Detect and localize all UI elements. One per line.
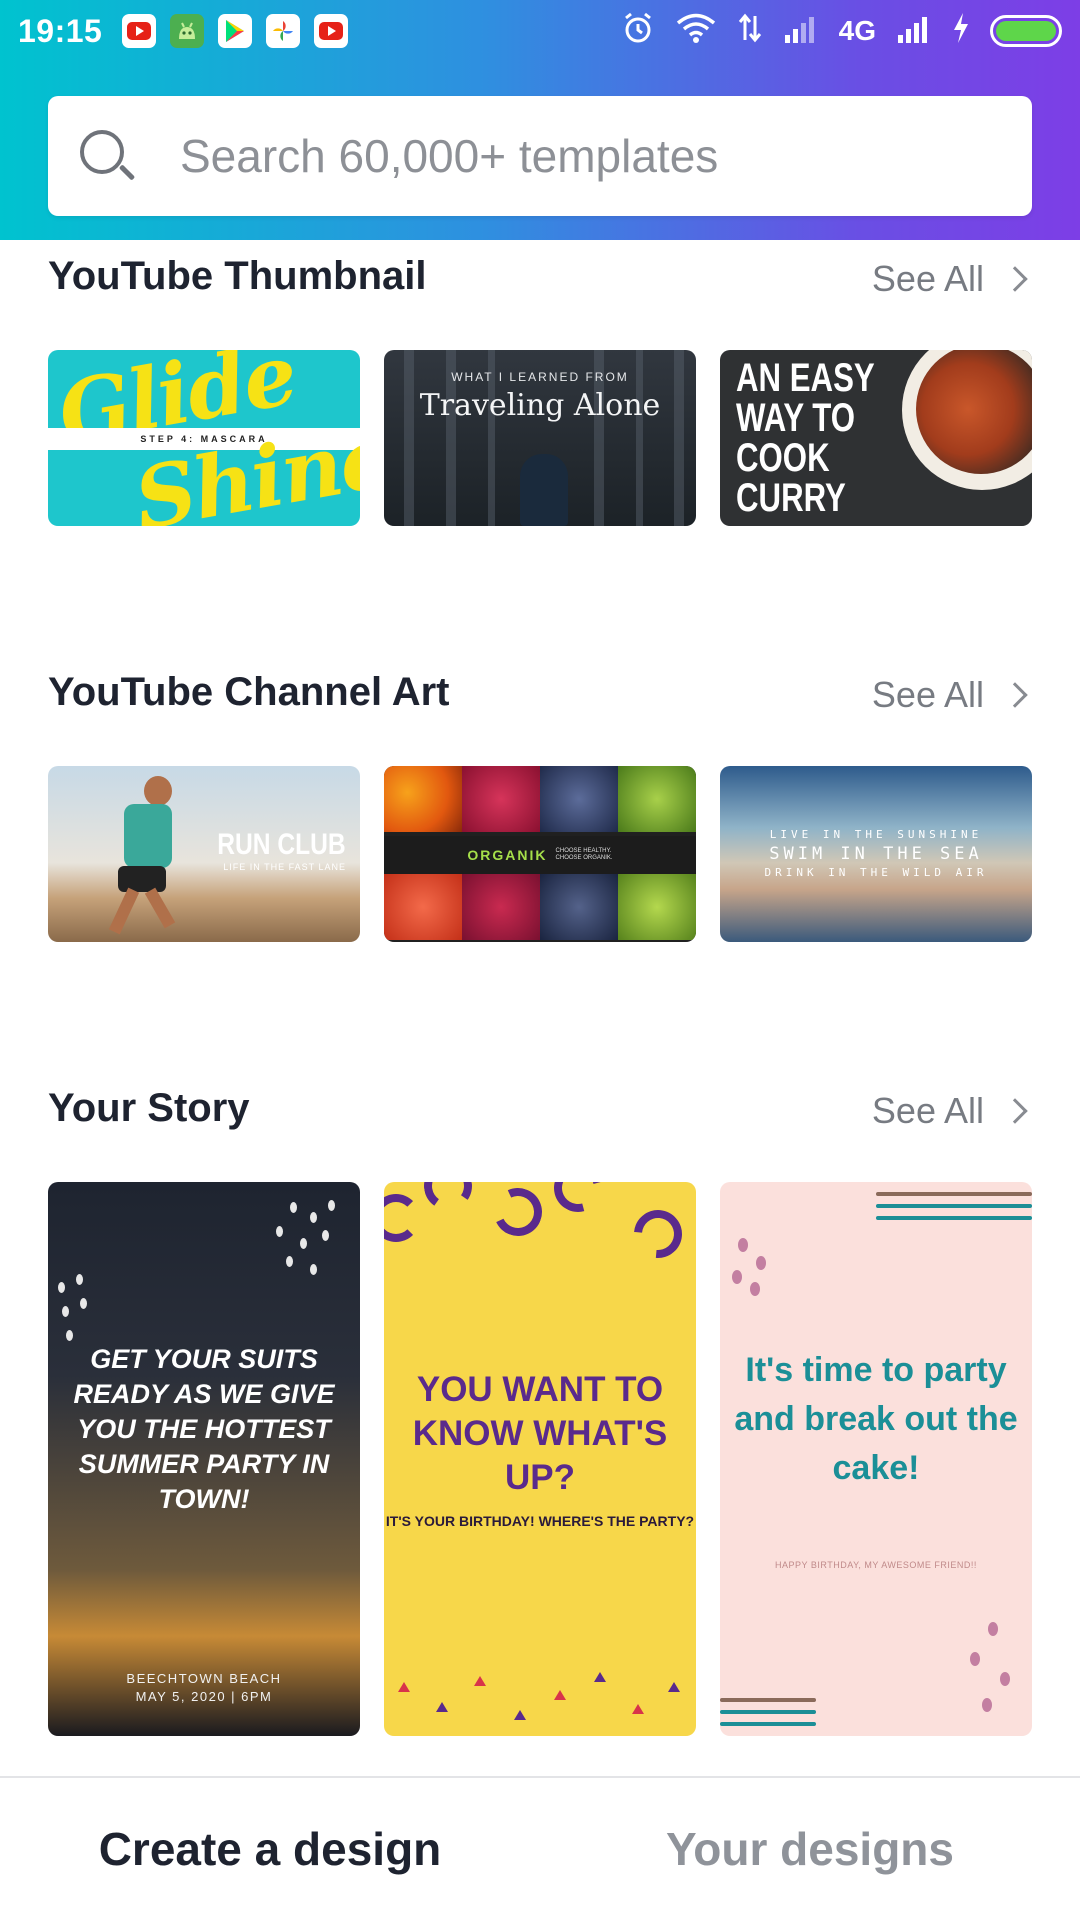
see-all-label: See All bbox=[871, 1090, 984, 1131]
template-card-summer-party[interactable]: GET YOUR SUITS READY AS WE GIVE YOU THE … bbox=[48, 1182, 360, 1736]
network-type: 4G bbox=[838, 15, 876, 46]
card-title: Traveling Alone bbox=[419, 388, 661, 423]
card-title: RUN CLUB bbox=[217, 828, 346, 861]
wifi-icon bbox=[675, 12, 717, 51]
alarm-icon bbox=[621, 11, 655, 52]
card-footer: BEECHTOWN BEACH MAY 5, 2020 | 6PM bbox=[126, 1671, 282, 1704]
see-all-label: See All bbox=[871, 258, 984, 299]
signal-icon bbox=[783, 13, 819, 50]
template-card-birthday-whats-up[interactable]: YOU WANT TO KNOW WHAT'S UP? IT'S YOUR BI… bbox=[384, 1182, 696, 1736]
photos-icon bbox=[266, 14, 301, 48]
person-image bbox=[520, 454, 568, 526]
status-indicators: 4G bbox=[621, 11, 1062, 52]
card-title: ORGANIK bbox=[467, 847, 548, 863]
card-banner: ORGANIK CHOOSE HEALTHY. CHOOSE ORGANIK. bbox=[384, 836, 696, 874]
card-title: GET YOUR SUITS READY AS WE GIVE YOU THE … bbox=[73, 1344, 335, 1514]
card-title: AN EASY WAY TO COOK CURRY bbox=[736, 356, 875, 520]
battery-icon bbox=[990, 15, 1062, 47]
card-line-2: SWIM IN THE SEA bbox=[769, 844, 983, 864]
see-all-youtube-thumbnail[interactable]: See All bbox=[871, 258, 1028, 300]
status-bar: 19:15 4G bbox=[0, 0, 1080, 62]
header: 19:15 4G Search 60,000+ templates bbox=[0, 0, 1080, 240]
tab-your-designs[interactable]: Your designs bbox=[540, 1778, 1080, 1920]
search-input[interactable]: Search 60,000+ templates bbox=[180, 129, 718, 183]
card-title: It's time to party and break out the cak… bbox=[734, 1351, 1018, 1487]
section-title-youtube-channel-art: YouTube Channel Art bbox=[48, 670, 450, 714]
status-time: 19:15 bbox=[18, 12, 103, 49]
section-title-your-story: Your Story bbox=[48, 1086, 250, 1130]
card-subtitle: WHAT I LEARNED FROM bbox=[451, 370, 629, 384]
template-card-run-club[interactable]: RUN CLUB LIFE IN THE FAST LANE bbox=[48, 766, 360, 942]
runner-image bbox=[94, 774, 176, 935]
chevron-right-icon bbox=[1002, 1098, 1028, 1124]
see-all-your-story[interactable]: See All bbox=[871, 1090, 1028, 1132]
template-card-traveling-alone[interactable]: WHAT I LEARNED FROM Traveling Alone bbox=[384, 350, 696, 526]
card-subtitle: HAPPY BIRTHDAY, MY AWESOME FRIEND!! bbox=[775, 1560, 977, 1570]
template-card-organik[interactable]: ORGANIK CHOOSE HEALTHY. CHOOSE ORGANIK. bbox=[384, 766, 696, 942]
template-card-glide-shine[interactable]: Glide STEP 4: MASCARA Shine bbox=[48, 350, 360, 526]
see-all-youtube-channel-art[interactable]: See All bbox=[871, 674, 1028, 716]
template-card-easy-curry[interactable]: AN EASY WAY TO COOK CURRY bbox=[720, 350, 1032, 526]
tab-create-design[interactable]: Create a design bbox=[0, 1778, 540, 1920]
card-subtitle: LIFE IN THE FAST LANE bbox=[223, 862, 346, 872]
youtube-icon bbox=[314, 14, 349, 48]
chevron-right-icon bbox=[1002, 682, 1028, 708]
signal-icon bbox=[896, 13, 932, 50]
card-subtitle: IT'S YOUR BIRTHDAY! WHERE'S THE PARTY? bbox=[385, 1513, 695, 1529]
template-card-swim-sea[interactable]: LIVE IN THE SUNSHINE SWIM IN THE SEA DRI… bbox=[720, 766, 1032, 942]
chevron-right-icon bbox=[1002, 266, 1028, 292]
android-icon bbox=[170, 14, 205, 48]
search-bar[interactable]: Search 60,000+ templates bbox=[48, 96, 1032, 216]
card-subtitle: CHOOSE HEALTHY. CHOOSE ORGANIK. bbox=[555, 848, 613, 861]
search-icon bbox=[78, 128, 136, 184]
charging-icon bbox=[952, 12, 970, 51]
data-icon bbox=[737, 12, 763, 51]
template-card-party-cake[interactable]: It's time to party and break out the cak… bbox=[720, 1182, 1032, 1736]
see-all-label: See All bbox=[871, 674, 984, 715]
play-store-icon bbox=[218, 14, 253, 48]
card-title: YOU WANT TO KNOW WHAT'S UP? bbox=[412, 1370, 668, 1497]
card-line-1: LIVE IN THE SUNSHINE bbox=[769, 828, 983, 841]
youtube-icon bbox=[122, 14, 157, 48]
card-line-3: DRINK IN THE WILD AIR bbox=[764, 866, 988, 879]
section-title-youtube-thumbnail: YouTube Thumbnail bbox=[48, 254, 427, 298]
bottom-tab-bar: Create a design Your designs bbox=[0, 1776, 1080, 1920]
